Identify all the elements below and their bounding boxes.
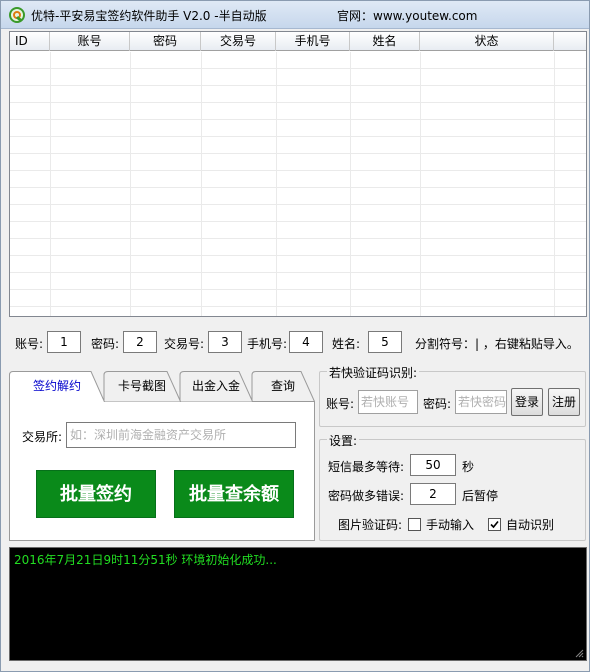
grid-body[interactable] xyxy=(10,52,586,316)
sms-wait-input[interactable]: 50 xyxy=(410,454,456,476)
resize-grip-icon[interactable] xyxy=(574,648,584,658)
account-column-input[interactable]: 1 xyxy=(47,331,81,353)
password-errors-unit: 后暂停 xyxy=(462,489,499,503)
phone-column-label: 手机号: xyxy=(247,337,288,351)
image-captcha-label: 图片验证码: xyxy=(338,518,403,532)
title-bar[interactable]: 优特-平安易宝签约软件助手 V2.0 -半自动版 官网：www.youtew.c… xyxy=(1,1,589,29)
tab-control: 签约解约 卡号截图 出金入金 查询 交易所: 如：深圳前海金融资产交易所 批量签… xyxy=(9,371,315,541)
batch-sign-button[interactable]: 批量签约 xyxy=(36,470,156,518)
register-button[interactable]: 注册 xyxy=(548,388,580,416)
password-errors-input[interactable]: 2 xyxy=(410,483,456,505)
settings-group: 设置: 短信最多等待: 50 秒 密码做多错误: 2 后暂停 图片验证码: 手动… xyxy=(319,432,586,541)
separator-hint: 分割符号：| ，右键粘贴导入。 xyxy=(415,337,579,351)
column-header-account[interactable]: 账号 xyxy=(50,32,130,51)
account-column-label: 账号: xyxy=(15,337,44,351)
tab-label: 出金入金 xyxy=(191,379,240,393)
captcha-group: 若快验证码识别: 账号: 若快账号 密码: 若快密码 登录 注册 xyxy=(319,364,586,427)
tradeno-column-label: 交易号: xyxy=(164,337,205,351)
password-column-input[interactable]: 2 xyxy=(123,331,157,353)
tab-panel-sign: 交易所: 如：深圳前海金融资产交易所 批量签约 批量查余额 xyxy=(9,401,315,541)
grid-column-divider xyxy=(276,52,277,316)
log-console[interactable]: 2016年7月21日9时11分51秒 环境初始化成功... xyxy=(9,547,587,661)
tab-label: 卡号截图 xyxy=(117,379,166,393)
batch-balance-button[interactable]: 批量查余额 xyxy=(174,470,294,518)
login-button[interactable]: 登录 xyxy=(511,388,543,416)
column-header-phone[interactable]: 手机号 xyxy=(276,32,350,51)
main-window: 优特-平安易宝签约软件助手 V2.0 -半自动版 官网：www.youtew.c… xyxy=(0,0,590,672)
password-errors-label: 密码做多错误: xyxy=(328,489,405,503)
sms-wait-unit: 秒 xyxy=(462,460,475,474)
grid-column-divider xyxy=(130,52,131,316)
column-header-id[interactable]: ID xyxy=(10,32,50,51)
phone-column-input[interactable]: 4 xyxy=(289,331,323,353)
column-header-status[interactable]: 状态 xyxy=(420,32,554,51)
grid-column-divider xyxy=(50,52,51,316)
exchange-label: 交易所: xyxy=(22,430,63,444)
column-header-tradeno[interactable]: 交易号 xyxy=(201,32,276,51)
grid-column-divider xyxy=(201,52,202,316)
name-column-input[interactable]: 5 xyxy=(368,331,402,353)
tab-sign-unsign[interactable]: 签约解约 xyxy=(9,371,105,402)
name-column-label: 姓名: xyxy=(332,337,361,351)
grid-header: ID 账号 密码 交易号 手机号 姓名 状态 xyxy=(10,32,586,51)
captcha-password-label: 密码: xyxy=(423,397,452,411)
auto-recognize-label[interactable]: 自动识别 xyxy=(506,516,554,533)
sms-wait-label: 短信最多等待: xyxy=(328,460,405,474)
tab-label: 签约解约 xyxy=(32,379,81,393)
manual-input-label[interactable]: 手动输入 xyxy=(426,516,474,533)
data-grid[interactable]: ID 账号 密码 交易号 手机号 姓名 状态 xyxy=(9,31,587,317)
column-header-password[interactable]: 密码 xyxy=(130,32,201,51)
grid-column-divider xyxy=(554,52,555,316)
auto-recognize-checkbox[interactable] xyxy=(488,518,501,531)
grid-column-divider xyxy=(420,52,421,316)
settings-group-title: 设置: xyxy=(327,432,360,449)
column-header-name[interactable]: 姓名 xyxy=(350,32,420,51)
manual-input-checkbox[interactable] xyxy=(408,518,421,531)
tradeno-column-input[interactable]: 3 xyxy=(208,331,242,353)
exchange-input[interactable]: 如：深圳前海金融资产交易所 xyxy=(66,422,296,448)
website-label: 官网：www.youtew.com xyxy=(337,9,478,23)
window-title: 优特-平安易宝签约软件助手 V2.0 -半自动版 xyxy=(31,9,267,23)
log-line: 2016年7月21日9时11分51秒 环境初始化成功... xyxy=(14,553,277,567)
app-logo-icon xyxy=(9,7,25,23)
password-column-label: 密码: xyxy=(91,337,120,351)
tab-label: 查询 xyxy=(270,379,295,393)
captcha-group-title: 若快验证码识别: xyxy=(327,364,420,381)
captcha-account-input[interactable]: 若快账号 xyxy=(358,390,418,414)
captcha-account-label: 账号: xyxy=(326,397,355,411)
checkmark-icon xyxy=(490,520,499,529)
grid-column-divider xyxy=(350,52,351,316)
captcha-password-input[interactable]: 若快密码 xyxy=(455,390,507,414)
